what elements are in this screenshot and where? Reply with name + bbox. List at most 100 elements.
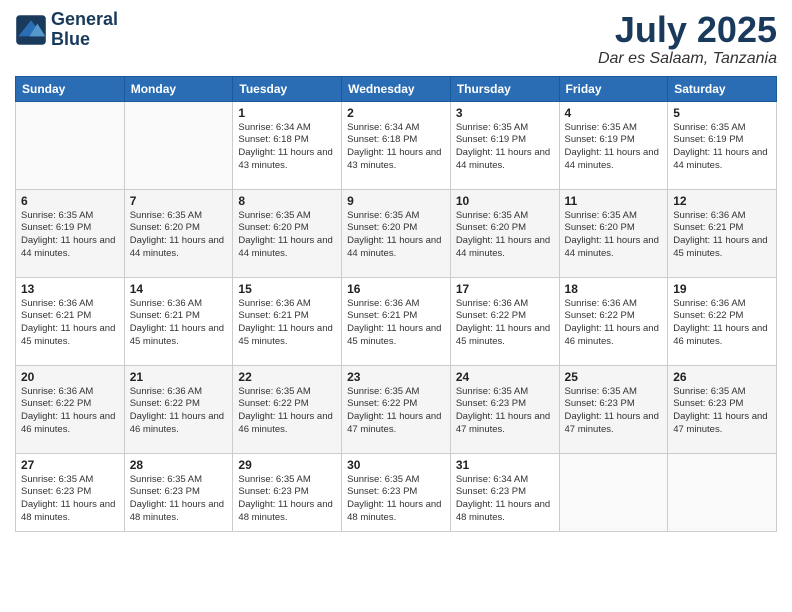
day-info: Sunrise: 6:35 AM Sunset: 6:23 PM Dayligh… <box>21 474 119 525</box>
day-number: 2 <box>347 106 445 120</box>
calendar-cell: 3Sunrise: 6:35 AM Sunset: 6:19 PM Daylig… <box>450 101 559 189</box>
calendar-week-1: 1 Sunrise: 6:34 AM Sunset: 6:18 PM Daylig… <box>16 101 777 189</box>
day-info: Sunrise: 6:36 AM Sunset: 6:21 PM Dayligh… <box>130 298 228 349</box>
calendar-cell: 17 Sunrise: 6:36 AM Sunset: 6:22 PM Dayli… <box>450 277 559 365</box>
day-info: Sunrise: 6:35 AM Sunset: 6:20 PM Dayligh… <box>565 210 663 261</box>
day-number: 28 <box>130 458 228 472</box>
day-info: Sunrise: 6:35 AM Sunset: 6:19 PM Dayligh… <box>21 210 119 261</box>
calendar-cell: 6Sunrise: 6:35 AM Sunset: 6:19 PM Daylig… <box>16 189 125 277</box>
calendar-cell: 23Sunrise: 6:35 AM Sunset: 6:22 PM Dayli… <box>342 365 451 453</box>
logo-line1: General <box>51 10 118 30</box>
day-info: Sunrise: 6:35 AM Sunset: 6:19 PM Dayligh… <box>456 122 554 173</box>
day-info: Sunrise: 6:35 AM Sunset: 6:23 PM Dayligh… <box>347 474 445 525</box>
main-title: July 2025 <box>598 10 777 50</box>
day-number: 16 <box>347 282 445 296</box>
day-info: Sunrise: 6:36 AM Sunset: 6:21 PM Dayligh… <box>21 298 119 349</box>
day-info: Sunrise: 6:35 AM Sunset: 6:20 PM Dayligh… <box>456 210 554 261</box>
day-info: Sunrise: 6:35 AM Sunset: 6:20 PM Dayligh… <box>347 210 445 261</box>
calendar-cell: 13Sunrise: 6:36 AM Sunset: 6:21 PM Dayli… <box>16 277 125 365</box>
day-number: 19 <box>673 282 771 296</box>
calendar-cell: 25 Sunrise: 6:35 AM Sunset: 6:23 PM Dayli… <box>559 365 668 453</box>
day-info: Sunrise: 6:34 AM Sunset: 6:18 PM Dayligh… <box>347 122 445 173</box>
day-number: 21 <box>130 370 228 384</box>
day-info: Sunrise: 6:35 AM Sunset: 6:19 PM Dayligh… <box>565 122 663 173</box>
calendar-cell: 15Sunrise: 6:36 AM Sunset: 6:21 PM Dayli… <box>233 277 342 365</box>
calendar-cell: 12 Sunrise: 6:36 AM Sunset: 6:21 PM Dayli… <box>668 189 777 277</box>
calendar-cell: 31Sunrise: 6:34 AM Sunset: 6:23 PM Dayli… <box>450 453 559 531</box>
day-number: 5 <box>673 106 771 120</box>
calendar-cell: 29 Sunrise: 6:35 AM Sunset: 6:23 PM Dayli… <box>233 453 342 531</box>
day-number: 12 <box>673 194 771 208</box>
weekday-header-monday: Monday <box>124 76 233 101</box>
day-number: 18 <box>565 282 663 296</box>
logo: General Blue <box>15 10 118 50</box>
day-info: Sunrise: 6:35 AM Sunset: 6:22 PM Dayligh… <box>238 386 336 437</box>
day-number: 20 <box>21 370 119 384</box>
day-info: Sunrise: 6:36 AM Sunset: 6:21 PM Dayligh… <box>347 298 445 349</box>
day-info: Sunrise: 6:35 AM Sunset: 6:23 PM Dayligh… <box>673 386 771 437</box>
day-number: 29 <box>238 458 336 472</box>
day-number: 4 <box>565 106 663 120</box>
calendar-cell: 4 Sunrise: 6:35 AM Sunset: 6:19 PM Daylig… <box>559 101 668 189</box>
title-block: July 2025 Dar es Salaam, Tanzania <box>598 10 777 68</box>
day-info: Sunrise: 6:35 AM Sunset: 6:23 PM Dayligh… <box>456 386 554 437</box>
day-number: 31 <box>456 458 554 472</box>
weekday-header-thursday: Thursday <box>450 76 559 101</box>
calendar-cell: 16 Sunrise: 6:36 AM Sunset: 6:21 PM Dayli… <box>342 277 451 365</box>
logo-text: General Blue <box>51 10 118 50</box>
calendar-cell: 2 Sunrise: 6:34 AM Sunset: 6:18 PM Daylig… <box>342 101 451 189</box>
calendar-table: SundayMondayTuesdayWednesdayThursdayFrid… <box>15 76 777 532</box>
day-info: Sunrise: 6:35 AM Sunset: 6:23 PM Dayligh… <box>565 386 663 437</box>
day-number: 17 <box>456 282 554 296</box>
day-number: 22 <box>238 370 336 384</box>
calendar-week-3: 13Sunrise: 6:36 AM Sunset: 6:21 PM Dayli… <box>16 277 777 365</box>
subtitle: Dar es Salaam, Tanzania <box>598 50 777 68</box>
calendar-body: 1 Sunrise: 6:34 AM Sunset: 6:18 PM Daylig… <box>16 101 777 531</box>
logo-line2: Blue <box>51 30 118 50</box>
calendar-cell <box>668 453 777 531</box>
weekday-header-saturday: Saturday <box>668 76 777 101</box>
logo-icon <box>15 14 47 46</box>
calendar-week-5: 27Sunrise: 6:35 AM Sunset: 6:23 PM Dayli… <box>16 453 777 531</box>
day-info: Sunrise: 6:35 AM Sunset: 6:20 PM Dayligh… <box>238 210 336 261</box>
weekday-header-wednesday: Wednesday <box>342 76 451 101</box>
calendar-cell: 10 Sunrise: 6:35 AM Sunset: 6:20 PM Dayli… <box>450 189 559 277</box>
day-info: Sunrise: 6:35 AM Sunset: 6:23 PM Dayligh… <box>130 474 228 525</box>
header: General Blue July 2025 Dar es Salaam, Ta… <box>15 10 777 68</box>
calendar-cell: 21 Sunrise: 6:36 AM Sunset: 6:22 PM Dayli… <box>124 365 233 453</box>
calendar-cell: 20Sunrise: 6:36 AM Sunset: 6:22 PM Dayli… <box>16 365 125 453</box>
day-number: 14 <box>130 282 228 296</box>
page: General Blue July 2025 Dar es Salaam, Ta… <box>0 0 792 612</box>
weekday-header-tuesday: Tuesday <box>233 76 342 101</box>
calendar-cell: 30 Sunrise: 6:35 AM Sunset: 6:23 PM Dayli… <box>342 453 451 531</box>
day-number: 10 <box>456 194 554 208</box>
calendar-cell: 28 Sunrise: 6:35 AM Sunset: 6:23 PM Dayli… <box>124 453 233 531</box>
day-info: Sunrise: 6:35 AM Sunset: 6:23 PM Dayligh… <box>238 474 336 525</box>
day-info: Sunrise: 6:36 AM Sunset: 6:21 PM Dayligh… <box>238 298 336 349</box>
weekday-row: SundayMondayTuesdayWednesdayThursdayFrid… <box>16 76 777 101</box>
calendar-cell <box>124 101 233 189</box>
calendar-cell: 18Sunrise: 6:36 AM Sunset: 6:22 PM Dayli… <box>559 277 668 365</box>
weekday-header-sunday: Sunday <box>16 76 125 101</box>
calendar-cell <box>16 101 125 189</box>
calendar-cell <box>559 453 668 531</box>
day-number: 30 <box>347 458 445 472</box>
day-info: Sunrise: 6:35 AM Sunset: 6:19 PM Dayligh… <box>673 122 771 173</box>
calendar-cell: 8Sunrise: 6:35 AM Sunset: 6:20 PM Daylig… <box>233 189 342 277</box>
day-number: 1 <box>238 106 336 120</box>
calendar-cell: 5 Sunrise: 6:35 AM Sunset: 6:19 PM Daylig… <box>668 101 777 189</box>
day-number: 24 <box>456 370 554 384</box>
calendar-cell: 11 Sunrise: 6:35 AM Sunset: 6:20 PM Dayli… <box>559 189 668 277</box>
calendar-cell: 24 Sunrise: 6:35 AM Sunset: 6:23 PM Dayli… <box>450 365 559 453</box>
day-number: 25 <box>565 370 663 384</box>
weekday-header-friday: Friday <box>559 76 668 101</box>
calendar-cell: 26Sunrise: 6:35 AM Sunset: 6:23 PM Dayli… <box>668 365 777 453</box>
day-info: Sunrise: 6:36 AM Sunset: 6:22 PM Dayligh… <box>130 386 228 437</box>
day-info: Sunrise: 6:36 AM Sunset: 6:22 PM Dayligh… <box>456 298 554 349</box>
day-info: Sunrise: 6:35 AM Sunset: 6:20 PM Dayligh… <box>130 210 228 261</box>
day-info: Sunrise: 6:36 AM Sunset: 6:21 PM Dayligh… <box>673 210 771 261</box>
day-number: 7 <box>130 194 228 208</box>
day-info: Sunrise: 6:34 AM Sunset: 6:18 PM Dayligh… <box>238 122 336 173</box>
day-number: 11 <box>565 194 663 208</box>
day-info: Sunrise: 6:35 AM Sunset: 6:22 PM Dayligh… <box>347 386 445 437</box>
